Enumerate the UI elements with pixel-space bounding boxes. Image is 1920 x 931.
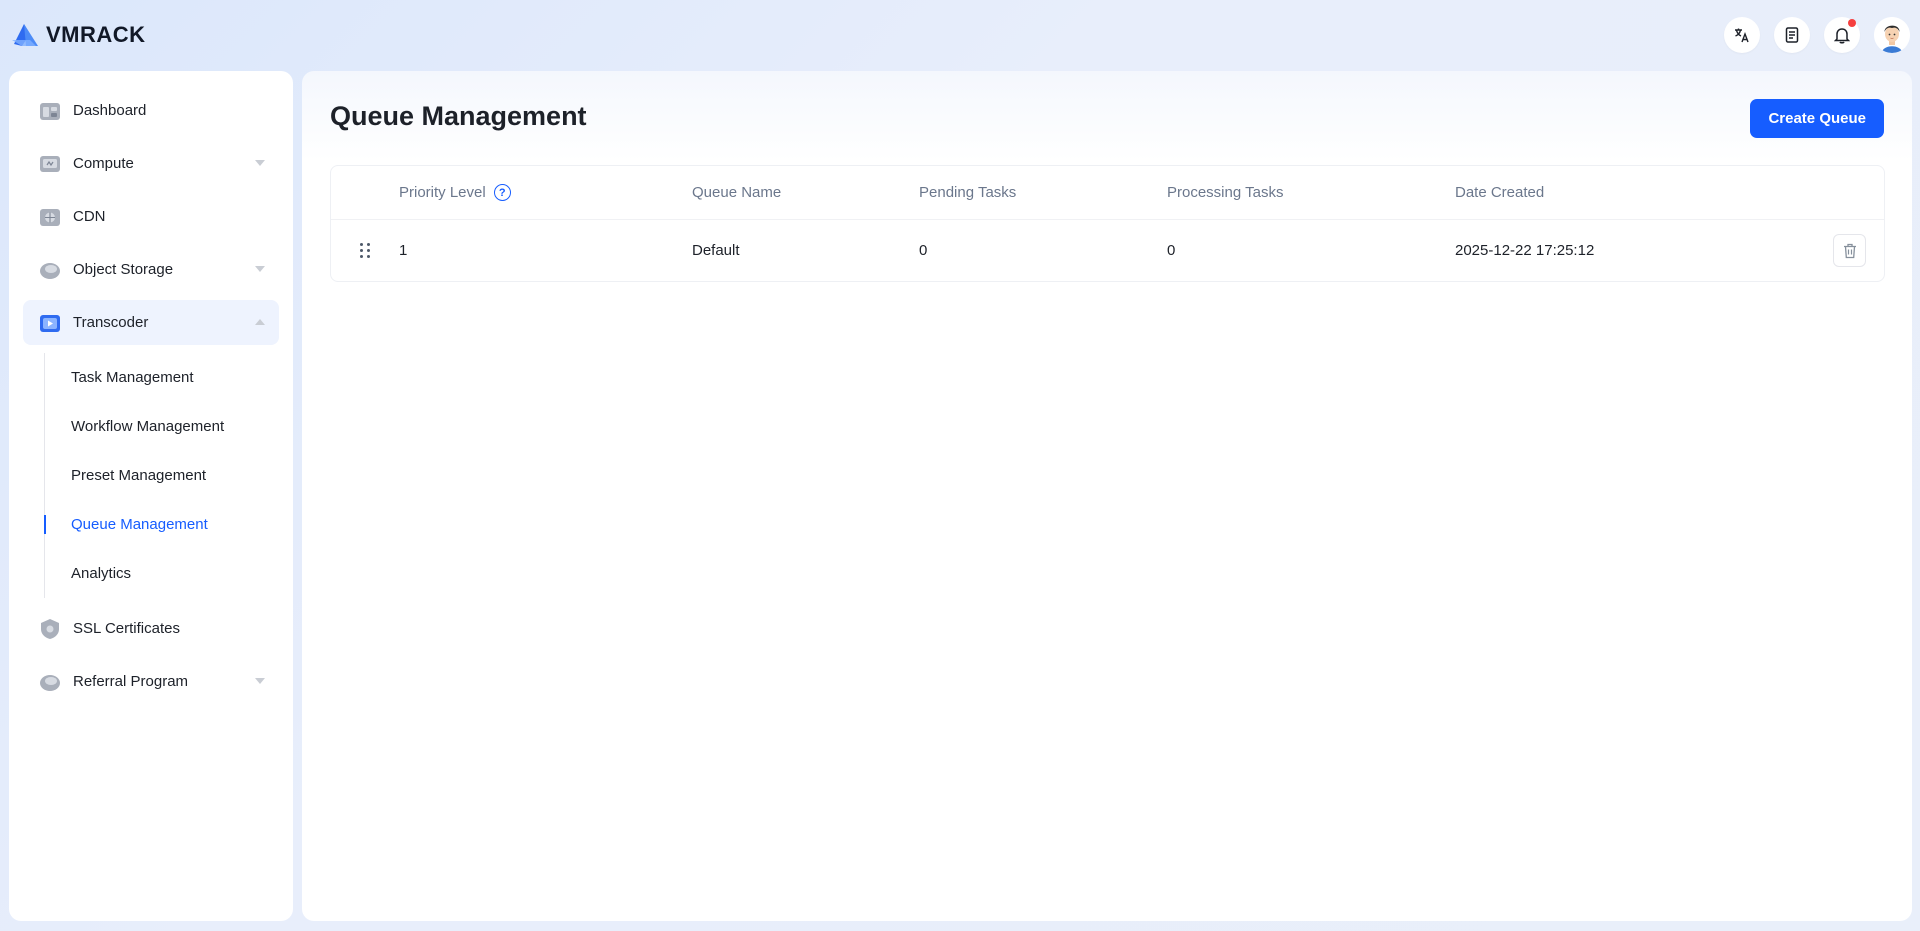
logo[interactable]: VMRACK — [10, 20, 146, 50]
logo-text: VMRACK — [46, 22, 146, 47]
header-actions — [1724, 17, 1910, 53]
sidebar-subitem-analytics[interactable]: Analytics — [44, 549, 293, 598]
user-avatar[interactable] — [1874, 17, 1910, 53]
sidebar-subitem-preset-management[interactable]: Preset Management — [44, 451, 293, 500]
sidebar: Dashboard Compute CDN Object Storage Tra… — [9, 71, 293, 921]
sidebar-subitem-task-management[interactable]: Task Management — [44, 353, 293, 402]
drag-handle-icon[interactable] — [360, 243, 370, 258]
logo-icon — [12, 24, 38, 46]
sidebar-item-ssl-certificates[interactable]: SSL Certificates — [23, 606, 279, 651]
sidebar-item-label: Referral Program — [73, 673, 189, 690]
transcoder-icon — [39, 312, 61, 334]
column-header-processing-tasks: Processing Tasks — [1167, 184, 1284, 201]
sidebar-item-label: SSL Certificates — [73, 620, 180, 637]
column-header-pending-tasks: Pending Tasks — [919, 184, 1017, 201]
chevron-up-icon — [255, 319, 265, 325]
help-icon[interactable]: ? — [493, 184, 511, 201]
cell-processing-tasks: 0 — [1167, 242, 1176, 259]
page-title: Queue Management — [330, 101, 587, 131]
document-icon — [1785, 27, 1799, 43]
queue-table: Priority Level ? Queue Name Pending Task… — [330, 165, 1885, 282]
chevron-down-icon — [255, 160, 265, 166]
top-bar: VMRACK — [0, 0, 1920, 70]
notifications-button[interactable] — [1824, 17, 1860, 53]
bell-icon — [1834, 27, 1850, 43]
table-row: 1 Default 0 0 2025-12-22 17:25:12 — [331, 220, 1884, 281]
notification-dot — [1848, 19, 1856, 27]
cell-queue-name: Default — [692, 242, 740, 259]
docs-button[interactable] — [1774, 17, 1810, 53]
cell-date-created: 2025-12-22 17:25:12 — [1455, 242, 1595, 259]
avatar-icon — [1874, 17, 1910, 53]
sidebar-item-label: Transcoder — [73, 314, 149, 331]
create-queue-button[interactable]: Create Queue — [1750, 99, 1884, 138]
sidebar-item-referral-program[interactable]: Referral Program — [23, 659, 279, 704]
sidebar-item-object-storage[interactable]: Object Storage — [23, 247, 279, 292]
cell-pending-tasks: 0 — [919, 242, 928, 259]
referral-icon — [39, 671, 61, 693]
sidebar-item-label: Dashboard — [73, 102, 147, 119]
sidebar-subitem-workflow-management[interactable]: Workflow Management — [44, 402, 293, 451]
column-header-queue-name: Queue Name — [692, 184, 782, 201]
sidebar-item-label: Compute — [73, 155, 134, 172]
sidebar-item-compute[interactable]: Compute — [23, 141, 279, 186]
trash-icon — [1843, 243, 1856, 258]
drag-cell — [331, 243, 399, 258]
ssl-icon — [39, 618, 61, 640]
sidebar-item-cdn[interactable]: CDN — [23, 194, 279, 239]
main-panel: Queue Management Create Queue Priority L… — [302, 71, 1912, 921]
sidebar-subitem-queue-management[interactable]: Queue Management — [44, 500, 293, 549]
chevron-down-icon — [255, 266, 265, 272]
translate-button[interactable] — [1724, 17, 1760, 53]
cell-priority: 1 — [399, 242, 408, 259]
column-header-priority: Priority Level ? — [399, 184, 692, 201]
object-storage-icon — [39, 259, 61, 281]
dashboard-icon — [39, 100, 61, 122]
column-header-label: Priority Level — [399, 184, 486, 201]
table-header: Priority Level ? Queue Name Pending Task… — [331, 166, 1884, 220]
chevron-down-icon — [255, 678, 265, 684]
sidebar-item-dashboard[interactable]: Dashboard — [23, 88, 279, 133]
delete-button[interactable] — [1833, 234, 1866, 267]
sidebar-item-label: CDN — [73, 208, 106, 225]
compute-icon — [39, 153, 61, 175]
sidebar-item-transcoder[interactable]: Transcoder — [23, 300, 279, 345]
column-header-date-created: Date Created — [1455, 184, 1545, 201]
translate-icon — [1735, 28, 1749, 43]
sidebar-item-label: Object Storage — [73, 261, 174, 278]
transcoder-submenu: Task Management Workflow Management Pres… — [44, 353, 293, 598]
cdn-icon — [39, 206, 61, 228]
